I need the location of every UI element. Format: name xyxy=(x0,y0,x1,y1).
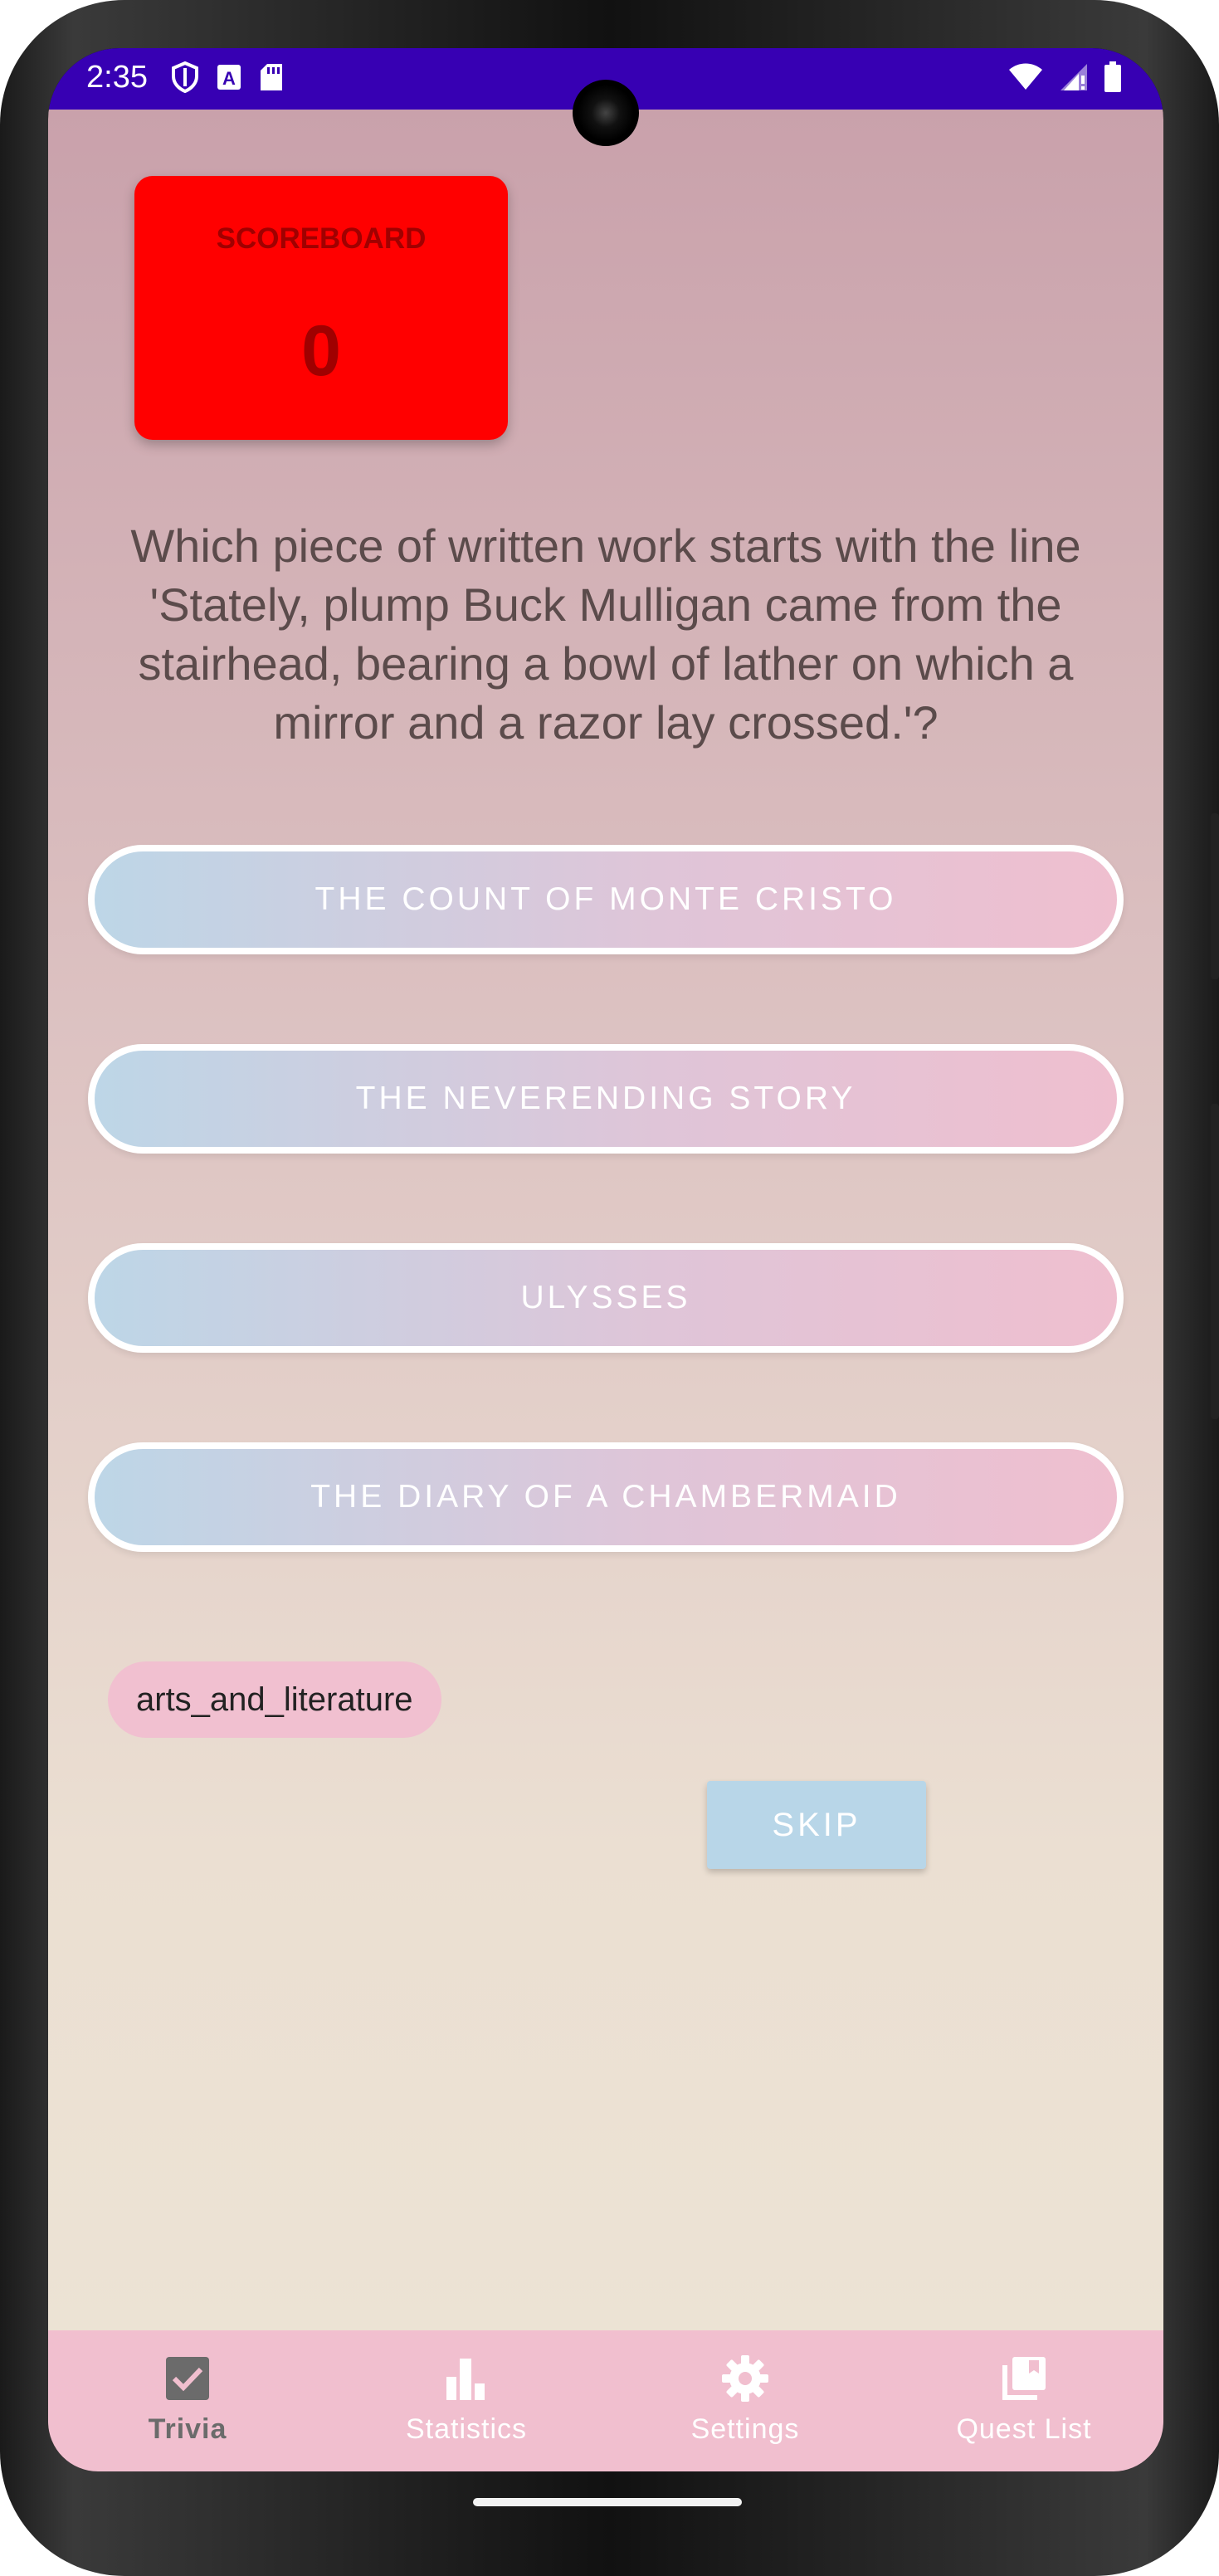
nav-item-statistics[interactable]: Statistics xyxy=(327,2330,606,2471)
gear-icon xyxy=(722,2355,768,2402)
question-text: Which piece of written work starts with … xyxy=(130,520,1081,749)
shield-icon xyxy=(172,61,198,93)
checkbox-icon xyxy=(166,2357,209,2400)
nav-label-settings: Settings xyxy=(690,2413,800,2445)
answer-button-4[interactable]: THE DIARY OF A CHAMBERMAID xyxy=(88,1442,1124,1552)
category-chip: arts_and_literature xyxy=(108,1661,441,1738)
front-camera xyxy=(573,80,639,146)
nav-label-quest-list: Quest List xyxy=(956,2413,1092,2445)
power-button xyxy=(1211,1104,1219,1419)
answer-button-3[interactable]: ULYSSES xyxy=(88,1243,1124,1353)
scoreboard: SCOREBOARD 0 xyxy=(134,176,508,440)
nav-item-settings[interactable]: Settings xyxy=(606,2330,885,2471)
skip-button[interactable]: SKIP xyxy=(707,1781,926,1869)
answer-button-1[interactable]: THE COUNT OF MONTE CRISTO xyxy=(88,845,1124,954)
scoreboard-score: 0 xyxy=(301,311,341,391)
home-indicator[interactable] xyxy=(473,2498,742,2506)
library-icon xyxy=(1002,2357,1046,2400)
battery-icon xyxy=(1104,61,1121,92)
nav-item-quest-list[interactable]: Quest List xyxy=(885,2330,1163,2471)
status-time: 2:35 xyxy=(86,60,148,95)
nav-item-trivia[interactable]: Trivia xyxy=(48,2330,327,2471)
bottom-navigation: Trivia Statistics Settings Quest List xyxy=(48,2330,1163,2471)
screen: 2:35 A SCOREBOARD 0 Which piece of writt… xyxy=(48,48,1163,2471)
bar-chart-icon xyxy=(446,2359,485,2400)
scoreboard-title: SCOREBOARD xyxy=(216,222,427,255)
sd-card-icon xyxy=(261,64,282,90)
nav-label-statistics: Statistics xyxy=(405,2413,528,2445)
answer-button-2[interactable]: THE NEVERENDING STORY xyxy=(88,1044,1124,1154)
signal-icon xyxy=(1061,64,1087,90)
svg-text:A: A xyxy=(222,68,236,89)
font-icon: A xyxy=(217,65,241,90)
trivia-screen: SCOREBOARD 0 Which piece of written work… xyxy=(48,110,1163,2337)
volume-button xyxy=(1211,813,1219,979)
wifi-icon xyxy=(1009,63,1042,90)
nav-label-trivia: Trivia xyxy=(148,2413,227,2445)
